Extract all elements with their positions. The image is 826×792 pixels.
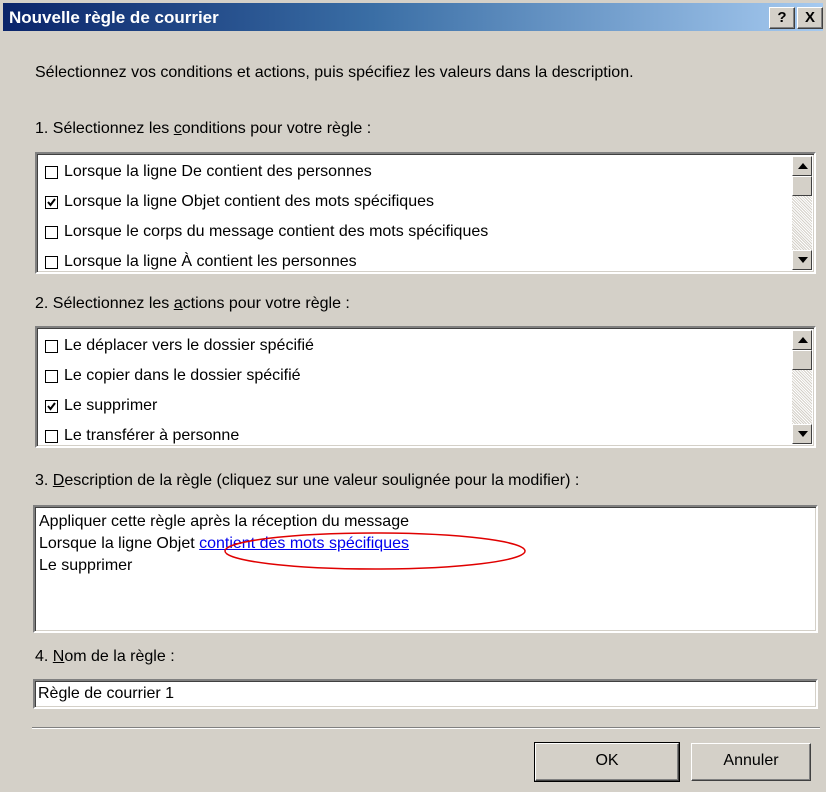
- condition-item-label: Lorsque le corps du message contient des…: [64, 223, 489, 240]
- action-item-label: Le copier dans le dossier spécifié: [64, 367, 301, 384]
- scroll-thumb[interactable]: [792, 350, 812, 370]
- conditions-list[interactable]: Lorsque la ligne À contient les personne…: [35, 152, 816, 274]
- conditions-label-prefix: 1. Sélectionnez les: [35, 120, 174, 137]
- conditions-label-suffix: onditions pour votre règle :: [181, 120, 372, 137]
- action-item[interactable]: Le transférer à personne: [45, 424, 240, 446]
- close-button[interactable]: X: [797, 7, 823, 29]
- conditions-label-accel: c: [173, 120, 182, 137]
- checkbox-unchecked[interactable]: [45, 165, 58, 179]
- action-item[interactable]: Le copier dans le dossier spécifié: [45, 364, 301, 388]
- rule-name-label-suffix: om de la règle :: [64, 648, 175, 665]
- description-label-accel: D: [52, 472, 65, 489]
- checkbox-unchecked[interactable]: [45, 429, 58, 443]
- description-label-prefix: 3.: [35, 472, 53, 489]
- actions-scrollbar[interactable]: [792, 330, 812, 444]
- rule-name-value: Règle de courrier 1: [38, 685, 175, 702]
- action-item-label: Le déplacer vers le dossier spécifié: [64, 337, 314, 354]
- scroll-thumb[interactable]: [792, 176, 812, 196]
- checkbox-checked[interactable]: [45, 399, 58, 413]
- rule-name-field[interactable]: Règle de courrier 1: [33, 679, 818, 709]
- rule-description-box: Appliquer cette règle après la réception…: [33, 505, 818, 633]
- title-bar[interactable]: Nouvelle règle de courrier ? X: [3, 3, 823, 31]
- actions-label: 2. Sélectionnez les actions pour votre r…: [35, 295, 350, 313]
- description-label: 3. Description de la règle (cliquez sur …: [35, 472, 579, 490]
- separator: [32, 727, 820, 729]
- condition-item-label: Lorsque la ligne De contient des personn…: [64, 163, 372, 180]
- description-label-suffix: escription de la règle (cliquez sur une …: [64, 472, 580, 489]
- action-item[interactable]: Le supprimer: [45, 394, 157, 418]
- intro-text: Sélectionnez vos conditions et actions, …: [35, 64, 634, 81]
- conditions-scrollbar[interactable]: [792, 156, 812, 270]
- checkbox-checked[interactable]: [45, 195, 58, 209]
- rule-name-label: 4. Nom de la règle :: [35, 648, 175, 666]
- rule-name-label-accel: N: [52, 648, 65, 665]
- checkmark-icon: [47, 401, 56, 411]
- arrow-down-icon: [798, 257, 808, 263]
- arrow-up-icon: [798, 163, 808, 169]
- checkmark-icon: [47, 197, 56, 207]
- mail-rule-dialog: Nouvelle règle de courrier ? X Sélection…: [0, 0, 826, 792]
- action-item-label: Le supprimer: [64, 397, 158, 414]
- cancel-button[interactable]: Annuler: [691, 743, 811, 781]
- description-line-action: Le supprimer: [39, 557, 133, 574]
- arrow-up-icon: [798, 337, 808, 343]
- scroll-down-button[interactable]: [792, 250, 812, 270]
- highlight-ellipse: [224, 532, 526, 570]
- conditions-label: 1. Sélectionnez les conditions pour votr…: [35, 120, 371, 138]
- action-item-label: Le transférer à personne: [64, 427, 240, 444]
- rule-name-label-prefix: 4.: [35, 648, 53, 665]
- condition-item[interactable]: Lorsque la ligne De contient des personn…: [45, 160, 372, 184]
- action-item[interactable]: Le déplacer vers le dossier spécifié: [45, 334, 314, 358]
- arrow-down-icon: [798, 431, 808, 437]
- actions-label-prefix: 2. Sélectionnez les: [35, 295, 174, 312]
- actions-label-suffix: ctions pour votre règle :: [182, 295, 350, 312]
- actions-list[interactable]: Le transférer à personne Le supprimer Le c…: [35, 326, 816, 448]
- scroll-up-button[interactable]: [792, 330, 812, 350]
- checkbox-unchecked[interactable]: [45, 225, 58, 239]
- condition-item[interactable]: Lorsque le corps du message contient des…: [45, 220, 488, 244]
- condition-item[interactable]: Lorsque la ligne Objet contient des mots…: [45, 190, 434, 214]
- ok-button[interactable]: OK: [534, 742, 680, 782]
- checkbox-unchecked[interactable]: [45, 339, 58, 353]
- condition-item-label: Lorsque la ligne À contient les personne…: [64, 253, 357, 270]
- condition-item-label: Lorsque la ligne Objet contient des mots…: [64, 193, 434, 210]
- checkbox-unchecked[interactable]: [45, 255, 58, 269]
- actions-label-accel: a: [173, 295, 183, 312]
- condition-item[interactable]: Lorsque la ligne À contient les personne…: [45, 250, 357, 272]
- dialog-title: Nouvelle règle de courrier: [9, 8, 219, 27]
- help-button[interactable]: ?: [769, 7, 795, 29]
- checkbox-unchecked[interactable]: [45, 369, 58, 383]
- scroll-down-button[interactable]: [792, 424, 812, 444]
- scroll-up-button[interactable]: [792, 156, 812, 176]
- condition-prefix-text: Lorsque la ligne Objet: [39, 535, 200, 552]
